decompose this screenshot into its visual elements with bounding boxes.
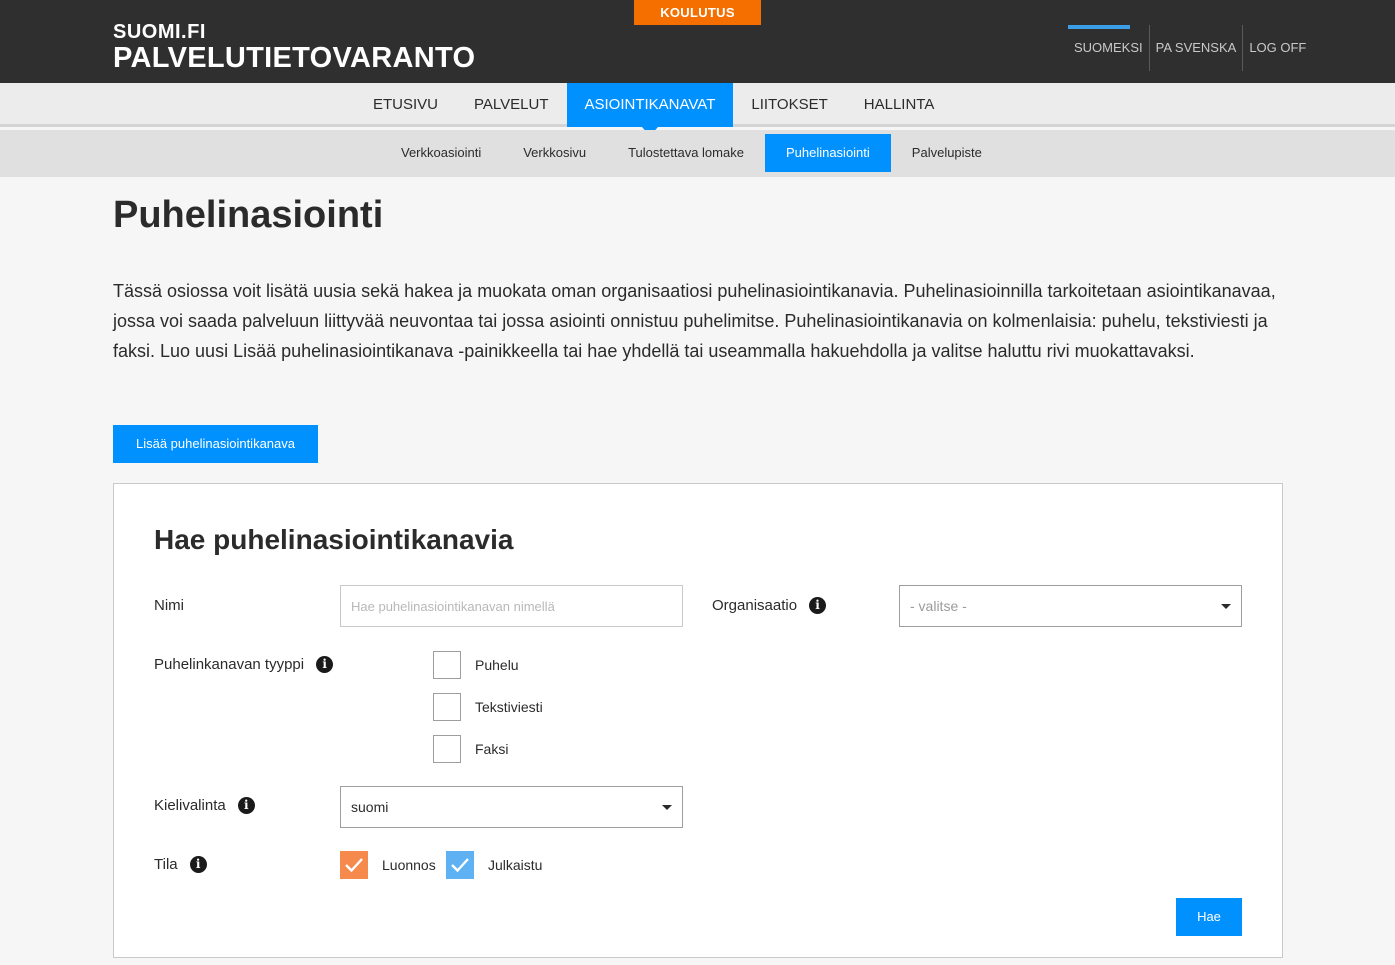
page-intro: Tässä osiossa voit lisätä uusia sekä hak…	[113, 281, 1276, 361]
info-icon[interactable]: i	[316, 656, 334, 673]
add-phone-channel-button[interactable]: Lisää puhelinasiointikanava	[113, 425, 318, 463]
status-published-checkbox[interactable]	[446, 851, 474, 879]
language-select[interactable]: suomi	[340, 786, 683, 828]
type-tekstiviesti-label[interactable]: Tekstiviesti	[475, 699, 543, 715]
caret-down-icon	[1221, 604, 1231, 609]
checkmark-icon	[345, 858, 363, 873]
sub-nav: Verkkoasiointi Verkkosivu Tulostettava l…	[0, 130, 1395, 177]
checkmark-icon	[451, 858, 469, 873]
top-header: SUOMI.FI PALVELUTIETOVARANTO KOULUTUS SU…	[0, 0, 1395, 83]
page-title: Puhelinasiointi	[113, 194, 384, 236]
status-published-label[interactable]: Julkaistu	[488, 857, 542, 873]
language-label: Kielivalinta i	[154, 797, 255, 814]
nav-item-asiointikanavat[interactable]: ASIOINTIKANAVAT	[566, 83, 734, 136]
subnav-item-puhelinasiointi[interactable]: Puhelinasiointi	[764, 134, 891, 172]
subnav-item-tulostettava-lomake[interactable]: Tulostettava lomake	[607, 134, 765, 172]
language-finnish-link[interactable]: SUOMEKSI	[1068, 25, 1150, 71]
status-draft-checkbox[interactable]	[340, 851, 368, 879]
type-faksi-checkbox[interactable]	[433, 735, 461, 763]
organization-select[interactable]: - valitse -	[899, 585, 1242, 627]
channel-type-label-text: Puhelinkanavan tyyppi	[154, 656, 305, 673]
logout-link[interactable]: LOG OFF	[1243, 25, 1312, 71]
organization-label: Organisaatio i	[712, 597, 827, 614]
status-label-text: Tila	[154, 856, 178, 873]
subnav-item-palvelupiste[interactable]: Palvelupiste	[891, 134, 1003, 172]
main-nav: ETUSIVU PALVELUT ASIOINTIKANAVAT LIITOKS…	[0, 83, 1395, 136]
type-puhelu-label[interactable]: Puhelu	[475, 657, 519, 673]
status-label: Tila i	[154, 856, 207, 873]
nav-item-hallinta[interactable]: HALLINTA	[846, 83, 953, 127]
logo-line2: PALVELUTIETOVARANTO	[113, 42, 476, 74]
name-search-input[interactable]	[340, 585, 683, 627]
language-select-value: suomi	[351, 799, 389, 815]
nav-item-liitokset[interactable]: LIITOKSET	[733, 83, 845, 127]
subnav-item-verkkosivu[interactable]: Verkkosivu	[502, 134, 607, 172]
type-tekstiviesti-checkbox[interactable]	[433, 693, 461, 721]
info-icon[interactable]: i	[189, 856, 207, 873]
search-panel: Hae puhelinasiointikanavia Nimi Organisa…	[113, 483, 1283, 958]
language-swedish-link[interactable]: PA SVENSKA	[1150, 25, 1244, 71]
organization-label-text: Organisaatio	[712, 597, 798, 614]
channel-type-label: Puhelinkanavan tyyppi i	[154, 656, 334, 673]
environment-badge: KOULUTUS	[634, 0, 761, 25]
language-label-text: Kielivalinta	[154, 797, 226, 814]
language-bar: SUOMEKSI PA SVENSKA LOG OFF	[1068, 25, 1312, 71]
search-button[interactable]: Hae	[1176, 898, 1242, 936]
active-language-indicator	[1068, 25, 1130, 29]
search-title: Hae puhelinasiointikanavia	[154, 524, 514, 555]
nav-item-palvelut[interactable]: PALVELUT	[456, 83, 566, 127]
organization-select-value: - valitse -	[910, 598, 967, 614]
name-label-text: Nimi	[154, 597, 184, 614]
subnav-item-verkkoasiointi[interactable]: Verkkoasiointi	[380, 134, 502, 172]
type-puhelu-checkbox[interactable]	[433, 651, 461, 679]
status-draft-label[interactable]: Luonnos	[382, 857, 436, 873]
logo[interactable]: SUOMI.FI PALVELUTIETOVARANTO	[113, 22, 475, 73]
name-label: Nimi	[154, 597, 184, 614]
type-faksi-label[interactable]: Faksi	[475, 741, 508, 757]
nav-item-etusivu[interactable]: ETUSIVU	[355, 83, 456, 127]
info-icon[interactable]: i	[237, 797, 255, 814]
caret-down-icon	[662, 805, 672, 810]
logo-line1: SUOMI.FI	[113, 21, 206, 43]
info-icon[interactable]: i	[809, 597, 827, 614]
